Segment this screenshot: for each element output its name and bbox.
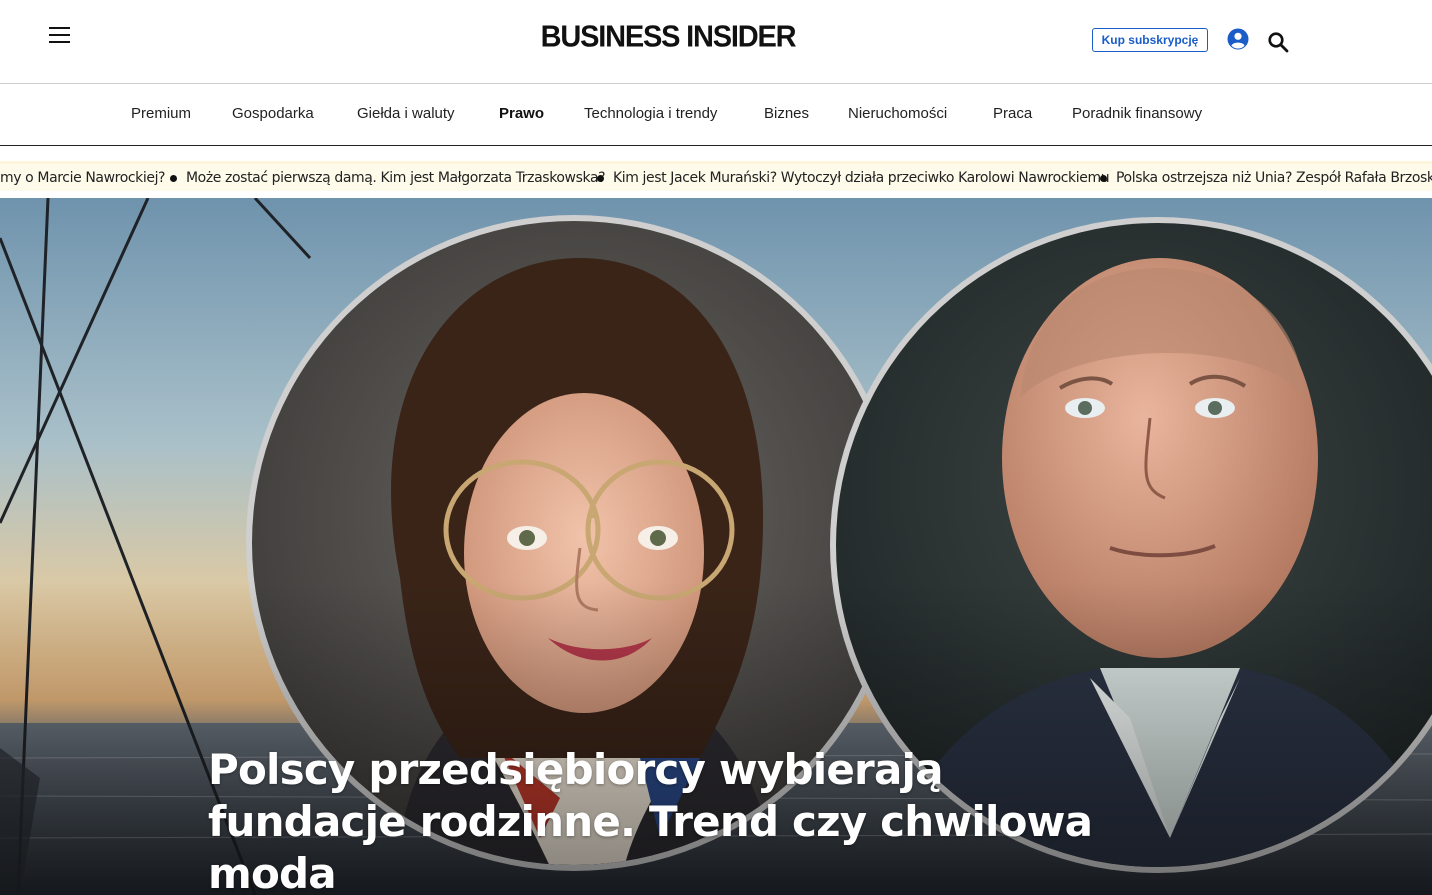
hamburger-bar [49,27,70,29]
hero-article[interactable]: Polscy przedsiębiorcy wybierają fundacje… [0,198,1432,895]
ticker-item[interactable]: Polska ostrzejsza niż Unia? Zespół Rafał… [1116,169,1432,187]
nav-item-prawo[interactable]: Prawo [499,104,544,124]
ticker-item[interactable]: Kim jest Jacek Murański? Wytoczył działa… [613,169,1110,187]
nav-item-technologia-i-trendy[interactable]: Technologia i trendy [584,104,717,124]
hamburger-bar [49,41,70,43]
hero-title-line: moda [208,849,337,895]
search-icon[interactable] [1267,31,1289,53]
nav-item-biznes[interactable]: Biznes [764,104,809,124]
nav-item-nieruchomosci[interactable]: Nieruchomości [848,104,947,124]
nav-item-gospodarka[interactable]: Gospodarka [232,104,314,124]
category-nav: Premium Gospodarka Giełda i waluty Prawo… [0,84,1432,146]
hamburger-icon[interactable] [49,26,70,45]
ticker-bullet [1100,175,1107,182]
hamburger-bar [49,34,70,36]
hero-title-line: Polscy przedsiębiorcy wybierają [208,745,943,794]
news-ticker: my o Marcie Nawrockiej? Może zostać pier… [0,146,1432,198]
nav-item-poradnik-finansowy[interactable]: Poradnik finansowy [1072,104,1202,124]
ticker-bullet [170,175,177,182]
user-circle-icon[interactable] [1227,28,1249,50]
site-header: BUSINESS INSIDER Kup subskrypcję [0,0,1432,84]
ticker-item[interactable]: my o Marcie Nawrockiej? [0,169,165,187]
nav-item-gielda-i-waluty[interactable]: Giełda i waluty [357,104,455,124]
ticker-bullet [597,175,604,182]
nav-item-premium[interactable]: Premium [131,104,191,124]
hero-title-line: fundacje rodzinne. Trend czy chwilowa [208,797,1093,846]
subscribe-button[interactable]: Kup subskrypcję [1092,28,1208,52]
site-logo[interactable]: BUSINESS INSIDER [526,19,810,55]
ticker-item[interactable]: Może zostać pierwszą damą. Kim jest Małg… [186,169,606,187]
nav-item-praca[interactable]: Praca [993,104,1032,124]
hero-title[interactable]: Polscy przedsiębiorcy wybierają fundacje… [208,744,1108,895]
